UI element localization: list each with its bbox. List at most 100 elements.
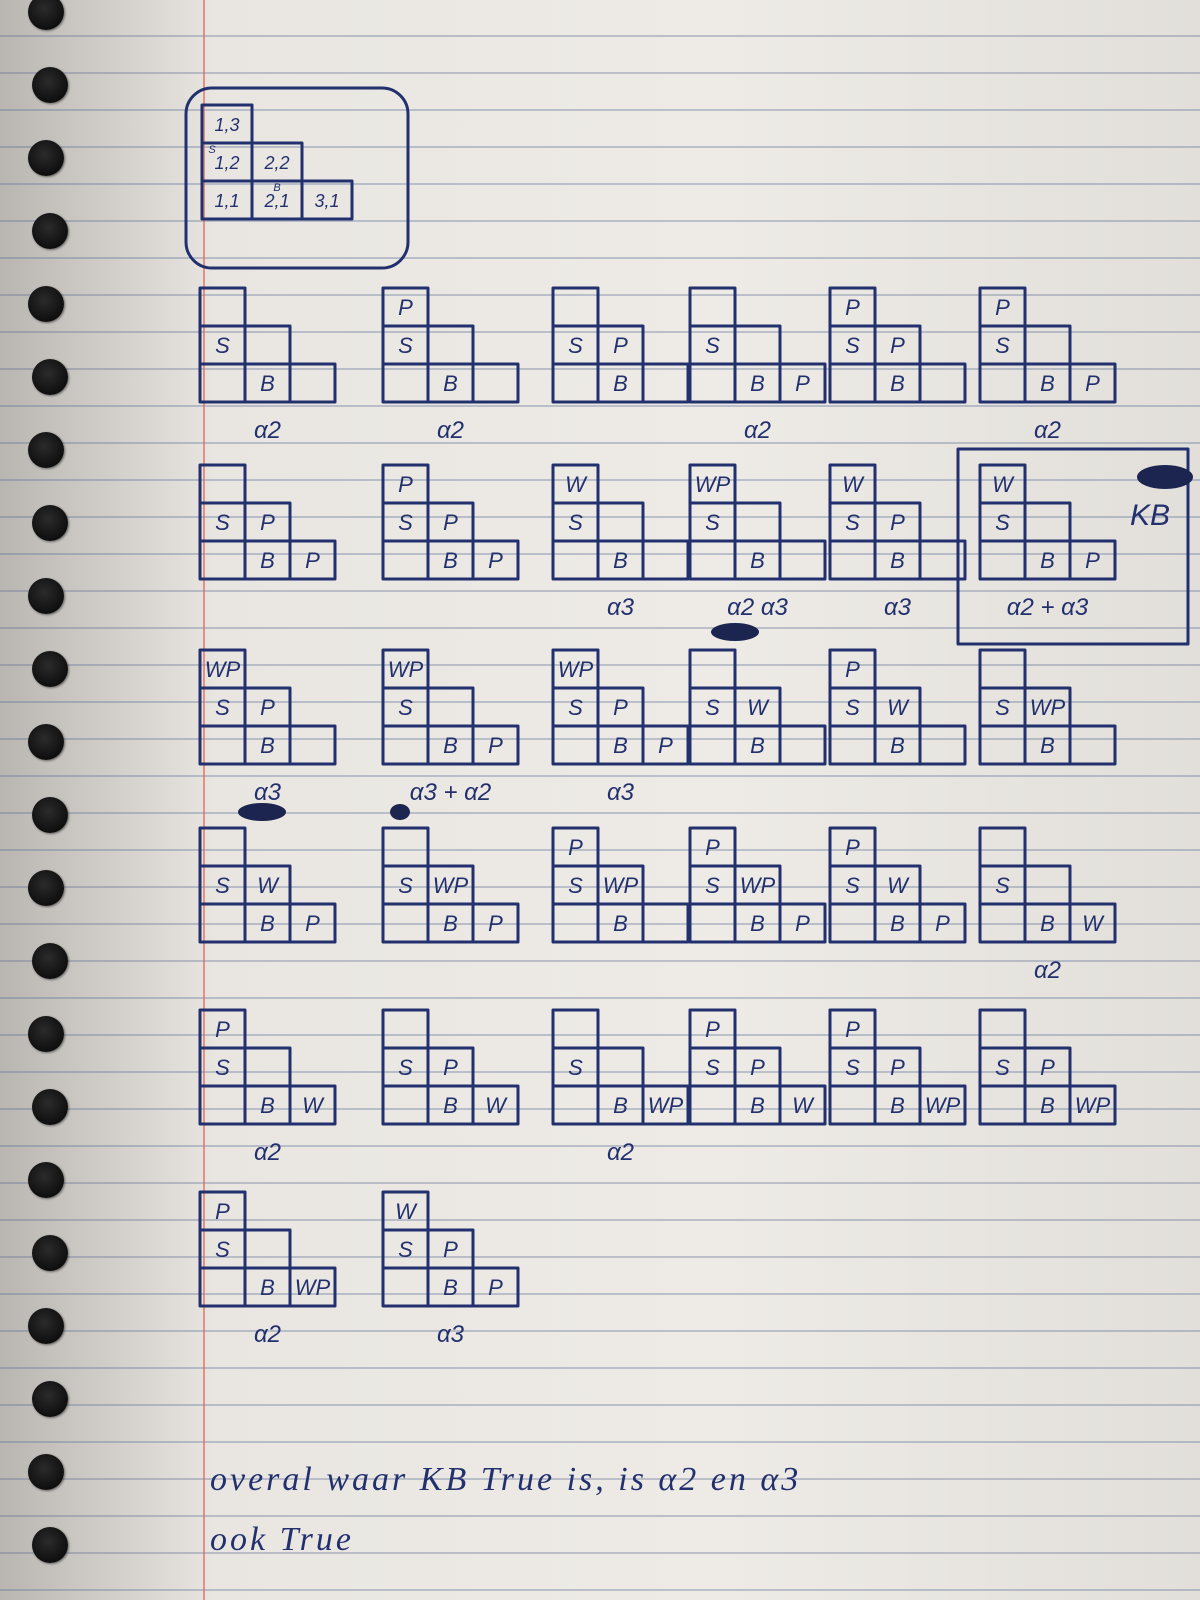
- cell-mark-s: S: [568, 873, 583, 898]
- cell-mark-p: P: [443, 510, 458, 535]
- board: S B WP α2: [551, 1008, 690, 1166]
- cell-mark-b: B: [443, 911, 458, 936]
- cell-mark-w: W: [887, 695, 910, 720]
- board-label: α2: [254, 1321, 281, 1348]
- cell-mark-s: S: [705, 1055, 720, 1080]
- cell-mark-p: P: [1040, 1055, 1055, 1080]
- cell-mark-wp: WP: [925, 1093, 961, 1118]
- cell-mark-s: S: [568, 510, 583, 535]
- cell-mark-s: S: [568, 333, 583, 358]
- board-grid: [198, 1228, 292, 1308]
- cell-mark-p: P: [488, 733, 503, 758]
- board-grid: [551, 686, 645, 766]
- board: S B Pα2: [688, 286, 827, 444]
- board: WS PB Pα3: [381, 1190, 520, 1348]
- board: S WB: [688, 648, 827, 766]
- board-grid: [828, 501, 922, 581]
- scribble-mark: [238, 803, 286, 821]
- cell-mark-p: P: [488, 548, 503, 573]
- board-label: α3 + α2: [410, 779, 491, 806]
- cell-mark-s: S: [995, 1055, 1010, 1080]
- conclusion-line-1: overal waar KB True is, is α2 en α3: [210, 1461, 802, 1498]
- cell-mark-p: P: [705, 835, 720, 860]
- cell-mark-p: P: [1085, 371, 1100, 396]
- board-grid: [688, 324, 782, 404]
- board-grid: [688, 501, 782, 581]
- cell-mark-b: B: [890, 548, 905, 573]
- cell-mark-b: B: [613, 733, 628, 758]
- cell-mark-wp: WP: [1075, 1093, 1111, 1118]
- cell-mark-s: S: [705, 333, 720, 358]
- board-grid: [198, 501, 292, 581]
- cell-mark-wp: WP: [740, 873, 776, 898]
- cell-mark-s: S: [995, 333, 1010, 358]
- cell-mark-w: W: [257, 873, 280, 898]
- cell-mark-w: W: [747, 695, 770, 720]
- cell-mark-s: S: [705, 695, 720, 720]
- cell-mark-w: W: [1082, 911, 1105, 936]
- handwritten-boards: 1,31,2 2,21,1 2,1 3,1SBSBα2PSBα2S PBSB Pα2PS P…: [184, 86, 1193, 1348]
- cell-mark-wp: WP: [1030, 695, 1066, 720]
- cell-mark-b: B: [260, 548, 275, 573]
- board-grid: [198, 324, 292, 404]
- board: WP S Bα2 α3: [688, 463, 827, 621]
- board-label: α3: [607, 779, 635, 806]
- cell-mark-s: S: [215, 873, 230, 898]
- board-grid: [198, 1046, 292, 1126]
- cell-mark-w: W: [792, 1093, 815, 1118]
- board-label: α2: [1034, 417, 1061, 444]
- cell-mark-w: W: [887, 873, 910, 898]
- cell-mark-s: S: [215, 1055, 230, 1080]
- board-label: α3: [254, 779, 282, 806]
- scribble-mark: [1137, 465, 1193, 489]
- cell-mark-s: S: [398, 1237, 413, 1262]
- board-grid: [551, 501, 645, 581]
- cell-mark-p: P: [935, 911, 950, 936]
- board: PS PB: [828, 286, 967, 404]
- board: PS PB W: [688, 1008, 827, 1126]
- board: PS WPB P: [688, 826, 827, 944]
- board: PS PB WP: [828, 1008, 967, 1126]
- cell-mark-s: S: [215, 510, 230, 535]
- board: S WP B: [978, 648, 1117, 766]
- legend-cell-label: 1,3: [214, 115, 239, 135]
- cell-mark-b: B: [613, 1093, 628, 1118]
- cell-mark-b: B: [443, 548, 458, 573]
- board-grid: [551, 324, 645, 404]
- board-label: α3: [607, 594, 635, 621]
- board-grid: [828, 1046, 922, 1126]
- board: S WP B P: [381, 826, 520, 944]
- cell-mark-s: S: [995, 873, 1010, 898]
- cell-mark-b: B: [260, 1275, 275, 1300]
- cell-mark-s: S: [705, 510, 720, 535]
- cell-mark-s: S: [215, 1237, 230, 1262]
- cell-mark-b: B: [613, 911, 628, 936]
- cell-mark-p: P: [658, 733, 673, 758]
- cell-mark-p: P: [750, 1055, 765, 1080]
- board-grid: [978, 501, 1072, 581]
- cell-mark-b: B: [890, 371, 905, 396]
- cell-mark-b: B: [1040, 733, 1055, 758]
- cell-mark-s: S: [845, 1055, 860, 1080]
- board-label: α2: [607, 1139, 634, 1166]
- conclusion-line-2: ook True: [210, 1521, 354, 1558]
- board: S PB: [551, 286, 690, 404]
- cell-mark-b: B: [260, 911, 275, 936]
- board-grid: [978, 864, 1072, 944]
- board: S Bα2: [198, 286, 337, 444]
- cell-mark-wp: WP: [433, 873, 469, 898]
- board: WP S B Pα3 + α2: [381, 648, 520, 806]
- cell-mark-p: P: [443, 1237, 458, 1262]
- cell-mark-b: B: [260, 371, 275, 396]
- cell-mark-s: S: [845, 510, 860, 535]
- conclusion-text: overal waar KB True is, is α2 en α3 ook …: [210, 1450, 1090, 1570]
- legend-mark-s: S: [208, 144, 216, 156]
- cell-mark-s: S: [995, 695, 1010, 720]
- board: S PB WP: [978, 1008, 1117, 1126]
- cell-mark-p: P: [845, 1017, 860, 1042]
- cell-mark-p: P: [568, 835, 583, 860]
- cell-mark-p: P: [845, 835, 860, 860]
- legend-cell-label: 3,1: [314, 191, 339, 211]
- board-grid: [381, 501, 475, 581]
- cell-mark-s: S: [215, 333, 230, 358]
